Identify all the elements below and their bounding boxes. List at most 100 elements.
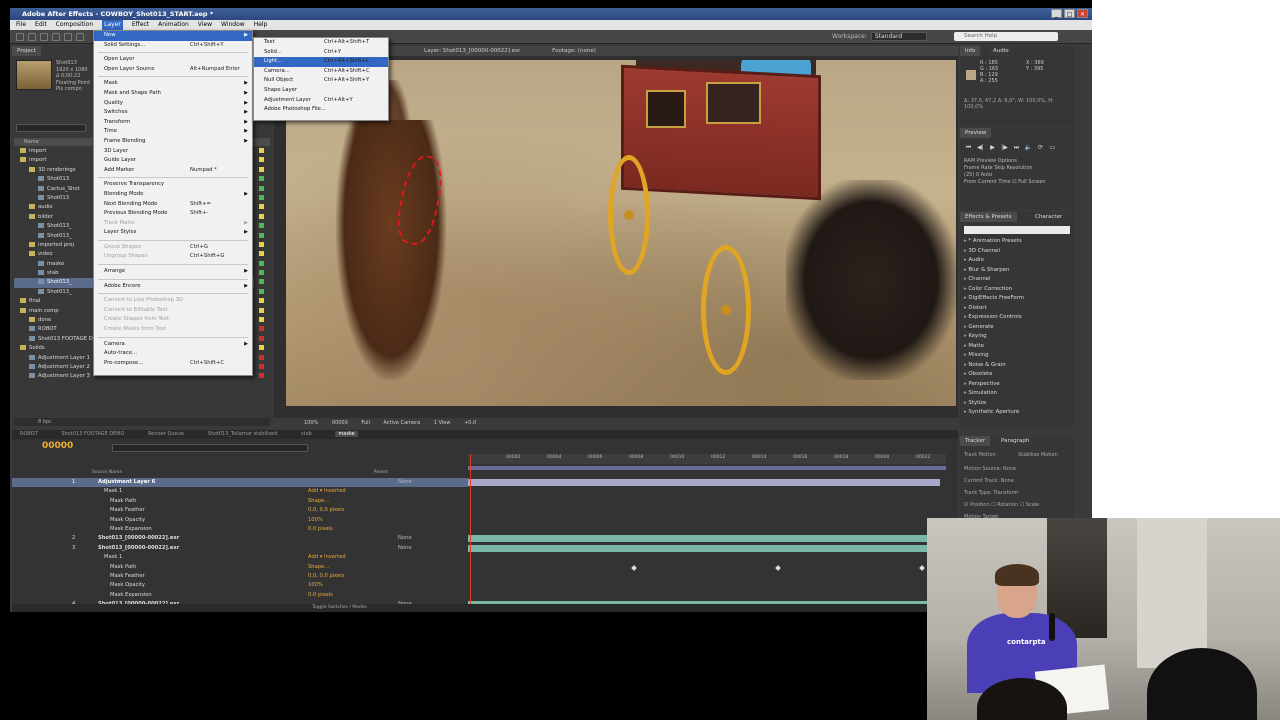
view-layout-dropdown[interactable]: 1 View	[434, 420, 451, 426]
effect-category[interactable]: Generate	[964, 323, 1070, 333]
label-color[interactable]	[256, 353, 270, 362]
first-frame-button[interactable]: ⏮	[964, 144, 973, 151]
keyframe[interactable]	[631, 564, 637, 571]
menu-item[interactable]: Adobe Photoshop File...	[254, 105, 388, 115]
menu-item[interactable]: 3D Layer	[94, 147, 252, 157]
menu-item[interactable]: Arrange ▶	[94, 267, 252, 277]
timeline-layer-row[interactable]: Mask Path Shape...	[12, 563, 468, 572]
play-button[interactable]: ▶	[988, 144, 997, 151]
effect-category[interactable]: * Animation Presets	[964, 237, 1070, 247]
label-color[interactable]	[256, 334, 270, 343]
label-color[interactable]	[256, 362, 270, 371]
menu-item[interactable]: Light... Ctrl+Alt+Shift+L	[254, 57, 388, 67]
menu-item[interactable]: Layer Styles ▶	[94, 228, 252, 238]
menu-item[interactable]: Mask and Shape Path ▶	[94, 89, 252, 99]
effect-category[interactable]: DigiEffects FreeForm	[964, 294, 1070, 304]
menu-item[interactable]: Guide Layer	[94, 156, 252, 166]
menu-item[interactable]: Camera... Ctrl+Alt+Shift+C	[254, 67, 388, 77]
stabilize-motion-button[interactable]: Stabilize Motion	[1018, 452, 1058, 458]
pan-behind-tool-icon[interactable]	[76, 33, 84, 41]
label-color[interactable]	[256, 146, 270, 155]
current-time-indicator[interactable]	[470, 454, 471, 610]
next-frame-button[interactable]: |▶	[1000, 144, 1009, 151]
comp-tab[interactable]: Shot013_Tollamar stabilized	[207, 431, 277, 437]
menu-item[interactable]: Time ▶	[94, 127, 252, 137]
menu-item[interactable]: Adobe Encore ▶	[94, 282, 252, 292]
effect-category[interactable]: Perspective	[964, 380, 1070, 390]
menu-item[interactable]: Camera ▶	[94, 340, 252, 350]
menu-item[interactable]: Mask ▶	[94, 79, 252, 89]
menu-item[interactable]: Solid... Ctrl+Y	[254, 48, 388, 58]
label-color[interactable]	[256, 165, 270, 174]
zoom-level-dropdown[interactable]: 100%	[304, 420, 318, 426]
comp-tab[interactable]: stab	[301, 431, 312, 437]
tab-footage-viewer[interactable]: Footage: (none)	[552, 48, 596, 54]
label-color[interactable]	[256, 306, 270, 315]
preview-options-values[interactable]: (25) 0 Auto	[964, 172, 1072, 179]
camera-tool-icon[interactable]	[64, 33, 72, 41]
resolution-dropdown[interactable]: Full	[361, 420, 370, 426]
timeline-layer-row[interactable]: 3 Shot013_[00000-00022].exr None	[12, 544, 468, 553]
effect-category[interactable]: Color Correction	[964, 285, 1070, 295]
minimize-button[interactable]: _	[1051, 9, 1062, 18]
previous-frame-button[interactable]: ◀|	[976, 144, 985, 151]
timeline-layer-row[interactable]: 2 Shot013_[00000-00022].exr None	[12, 534, 468, 543]
menu-composition[interactable]: Composition	[56, 20, 93, 30]
menu-view[interactable]: View	[198, 20, 212, 30]
tab-character[interactable]: Character	[1030, 212, 1068, 222]
workspace-selector[interactable]: Workspace: Standard	[832, 32, 927, 41]
keyframe[interactable]	[775, 564, 781, 571]
label-color[interactable]	[256, 371, 270, 380]
project-search-input[interactable]	[16, 124, 86, 132]
comp-tab[interactable]: Shot013 FOOTAGE DEMO	[61, 431, 124, 437]
comp-tab[interactable]: ROBOT	[20, 431, 38, 437]
label-color[interactable]	[256, 155, 270, 164]
tab-audio[interactable]: Audio	[988, 46, 1014, 56]
hand-tool-icon[interactable]	[28, 33, 36, 41]
label-color[interactable]	[256, 268, 270, 277]
menu-item[interactable]: Text Ctrl+Alt+Shift+T	[254, 38, 388, 48]
tab-paragraph[interactable]: Paragraph	[996, 436, 1035, 446]
label-color[interactable]	[256, 202, 270, 211]
menu-item[interactable]: Auto-trace...	[94, 349, 252, 359]
layer-property-value[interactable]: 0,0, 0,0 pixels	[308, 572, 344, 581]
project-footer[interactable]: 8 bpc	[14, 418, 270, 426]
effect-category[interactable]: Channel	[964, 275, 1070, 285]
layer-name[interactable]: Shot013_[00000-00022].exr	[98, 544, 179, 553]
source-name-header[interactable]: Source Name	[92, 470, 122, 475]
label-color[interactable]	[256, 212, 270, 221]
menu-item[interactable]: Frame Blending ▶	[94, 137, 252, 147]
timeline-timecode[interactable]: 00000	[42, 441, 73, 451]
layer-duration-bar[interactable]	[468, 544, 940, 552]
toggle-switches-modes[interactable]: Toggle Switches / Modes	[12, 604, 958, 612]
menu-window[interactable]: Window	[221, 20, 245, 30]
workspace-value[interactable]: Standard	[870, 32, 927, 41]
layer-property-value[interactable]: 0,0, 0,0 pixels	[308, 506, 344, 515]
layer-name[interactable]: Shot013_[00000-00022].exr	[98, 534, 179, 543]
tab-preview[interactable]: Preview	[960, 128, 992, 138]
ram-preview-button[interactable]: ▭	[1048, 144, 1057, 151]
menu-item[interactable]: Transform ▶	[94, 118, 252, 128]
parent-dropdown[interactable]: None	[398, 534, 412, 543]
menu-item[interactable]: Switches ▶	[94, 108, 252, 118]
menu-item[interactable]: Preserve Transparency	[94, 180, 252, 190]
label-color[interactable]	[256, 231, 270, 240]
rotate-tool-icon[interactable]	[52, 33, 60, 41]
last-frame-button[interactable]: ⏭	[1012, 144, 1021, 151]
menu-item[interactable]: Previous Blending Mode Shift+-	[94, 209, 252, 219]
menu-item[interactable]: Blending Mode ▶	[94, 190, 252, 200]
parent-header[interactable]: Parent	[374, 470, 388, 475]
track-motion-button[interactable]: Track Motion	[964, 452, 996, 458]
search-help-input[interactable]: Search Help	[954, 32, 1058, 41]
layer-property-value[interactable]: 100%	[308, 516, 323, 525]
menu-item[interactable]: Shape Layer	[254, 86, 388, 96]
tab-tracker[interactable]: Tracker	[960, 436, 990, 446]
menu-item[interactable]: Adjustment Layer Ctrl+Alt+Y	[254, 96, 388, 106]
layer-property-value[interactable]: 0,0 pixels	[308, 591, 333, 600]
ram-preview-options-dropdown[interactable]: RAM Preview Options	[964, 158, 1072, 165]
menu-item[interactable]: Solid Settings... Ctrl+Shift+Y	[94, 41, 252, 51]
comp-tab-active[interactable]: maske	[335, 431, 358, 437]
current-time-field[interactable]: 00000	[332, 420, 348, 426]
label-color[interactable]	[256, 324, 270, 333]
keyframe[interactable]	[919, 564, 925, 571]
